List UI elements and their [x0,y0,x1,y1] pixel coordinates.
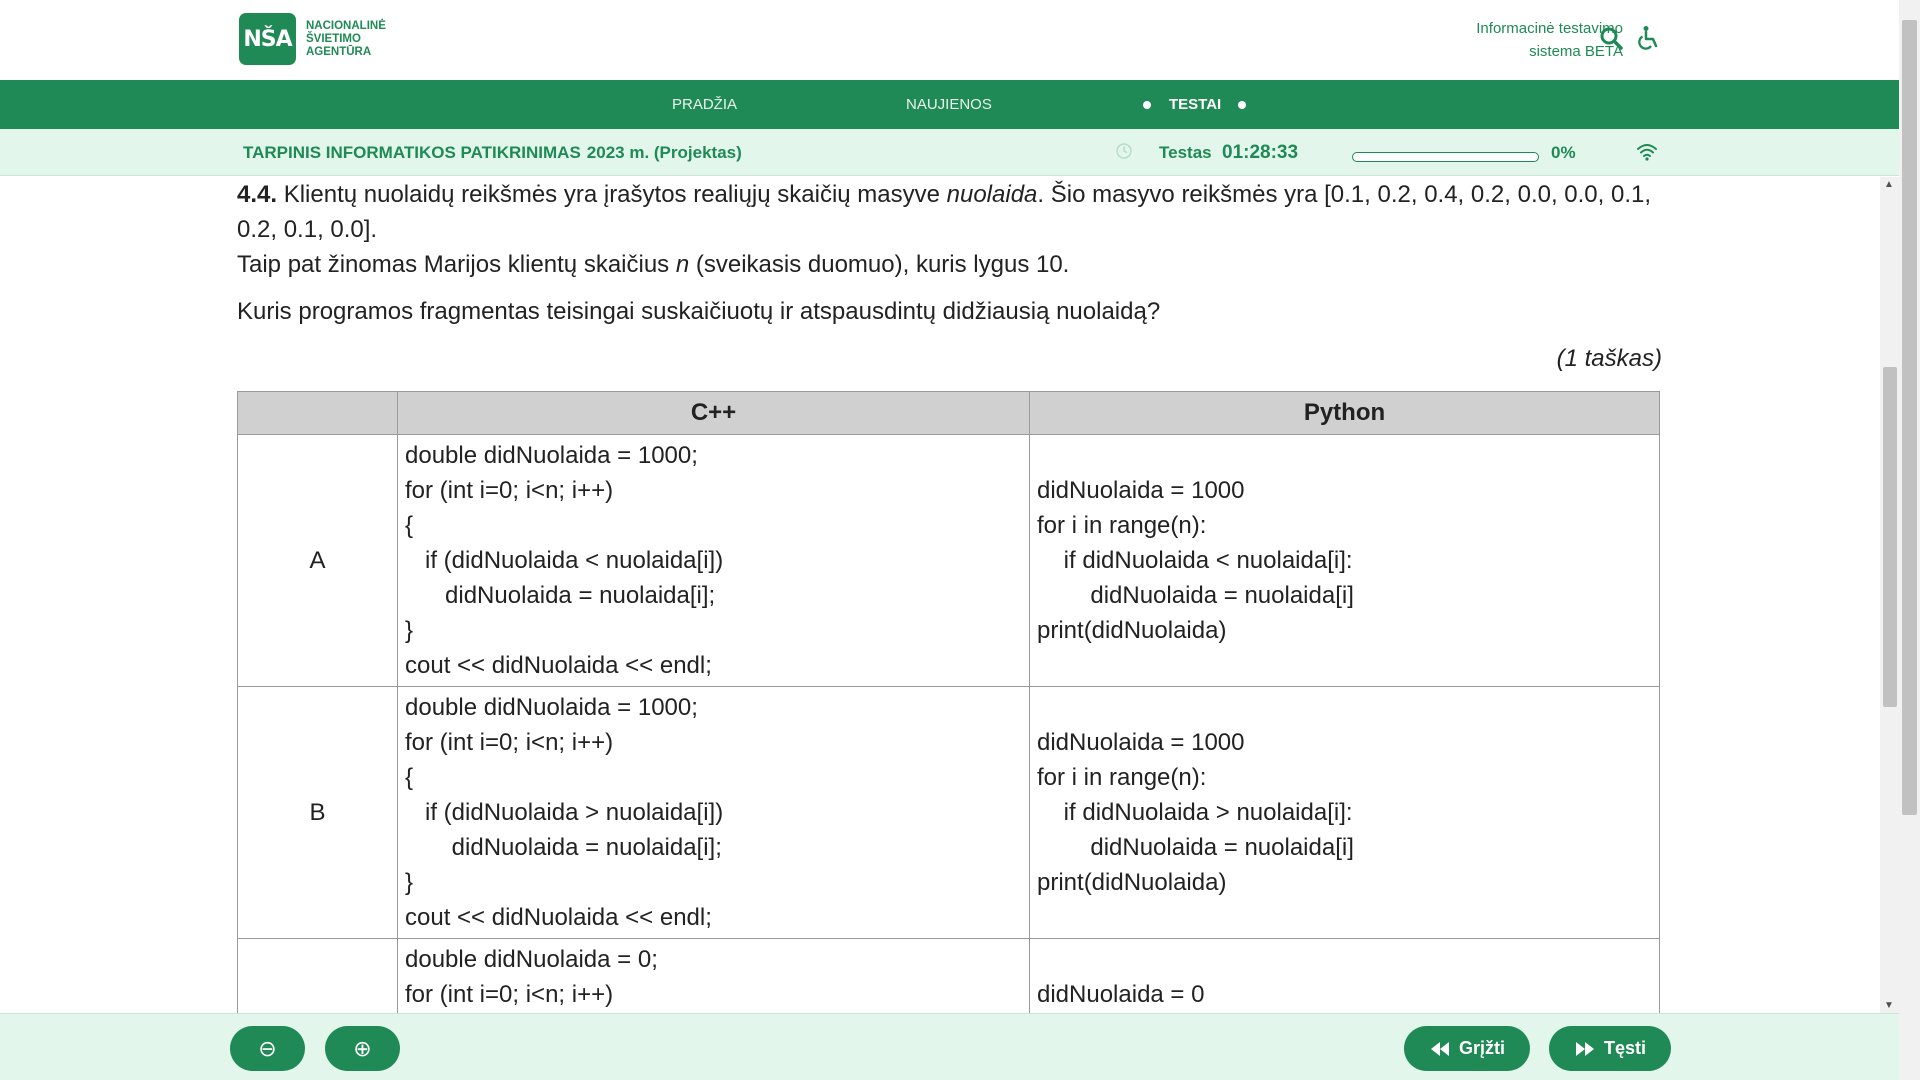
question-array-name: nuolaida [946,181,1038,208]
python-code-line [1037,942,1652,977]
cpp-code-line: cout << didNuolaida << endl; [405,904,712,931]
question-text-part-1: Klientų nuolaidų reikšmės yra įrašytos r… [277,181,947,208]
cpp-code-cell: double didNuolaida = 1000; for (int i=0; … [397,686,1030,939]
test-title-sub: 2023 m. (Projektas) [586,143,742,162]
nav-item-pradzia[interactable]: PRADŽIA [672,80,737,129]
python-code-line: print(didNuolaida) [1037,617,1227,644]
cpp-code-line: cout << didNuolaida << endl; [405,652,712,679]
test-title-main: TARPINIS INFORMATIKOS PATIKRINIMAS [243,143,581,162]
back-button[interactable]: Grįžti [1404,1026,1530,1071]
cpp-code-cell: double didNuolaida = 0; for (int i=0; i<n… [397,938,1030,1013]
logo-line-1: NACIONALINĖ [306,19,386,32]
table-header-python: Python [1029,391,1660,435]
zoom-in-icon: ⊕ [353,1035,372,1061]
zoom-in-button[interactable]: ⊕ [325,1026,400,1071]
python-code-line: didNuolaida = 1000 [1037,477,1245,504]
cpp-code-line: if (didNuolaida > nuolaida[i]) [405,799,724,826]
answer-options-table: C++ Python Adouble didNuolaida = 1000; fo… [237,391,1660,1013]
python-code-line: for i in range(n): [1037,512,1207,539]
table-header-cpp: C++ [397,391,1030,435]
window-scrollbar[interactable] [1899,0,1920,1080]
double-left-arrow-icon [1430,1041,1449,1056]
cpp-code-line: { [405,764,414,791]
cpp-code-line: double didNuolaida = 1000; [405,442,698,469]
question-line-2-part-1: Taip pat žinomas Marijos klientų skaičiu… [237,251,676,278]
python-code-cell: didNuolaida = 0 [1029,938,1660,1013]
cpp-code-line: { [405,512,414,539]
site-header: NŠA NACIONALINĖ ŠVIETIMO AGENTŪRA Inform… [0,0,1899,80]
python-code-line: didNuolaida = 1000 [1037,729,1245,756]
python-code-line: didNuolaida = nuolaida[i] [1037,834,1354,861]
next-button-label: Tęsti [1603,1038,1646,1058]
table-row: Adouble didNuolaida = 1000; for (int i=0;… [237,434,1660,687]
logo-text: NACIONALINĖ ŠVIETIMO AGENTŪRA [306,20,386,59]
option-label [237,938,398,1013]
cpp-code-line: didNuolaida = nuolaida[i]; [405,834,722,861]
active-indicator-dot-left [1143,101,1151,109]
question-ask: Kuris programos fragmentas teisingai sus… [237,298,1161,325]
progress-bar [1352,152,1539,162]
table-header-option [237,391,398,435]
python-code-line: if didNuolaida < nuolaida[i]: [1037,547,1353,574]
logo-line-2: ŠVIETIMO [306,32,361,45]
cpp-code-line: didNuolaida = nuolaida[i]; [405,582,716,609]
question-line-2-part-2: (sveikasis duomuo), kuris lygus 10. [689,251,1070,278]
python-code-line: didNuolaida = nuolaida[i] [1037,582,1354,609]
table-row: Bdouble didNuolaida = 1000; for (int i=0;… [237,686,1660,939]
test-info-bar: TARPINIS INFORMATIKOS PATIKRINIMAS 2023 m… [0,129,1899,176]
cpp-code-line: for (int i=0; i<n; i++) [405,477,614,504]
nav-item-testai[interactable]: TESTAI [1169,80,1221,129]
option-label: B [237,686,398,939]
question-number: 4.4. [237,181,278,208]
content-scrollbar[interactable]: ▲ ▼ [1880,177,1899,1013]
cpp-code-line: for (int i=0; i<n; i++) [405,981,614,1008]
logo-line-3: AGENTŪRA [306,45,372,58]
cpp-code-cell: double didNuolaida = 1000; for (int i=0; … [397,434,1030,687]
logo-mark: NŠA [239,13,296,65]
double-right-arrow-icon [1575,1041,1594,1056]
python-code-line: didNuolaida = 0 [1037,981,1205,1008]
question-text: 4.4. Klientų nuolaidų reikšmės yra įrašy… [237,177,1662,247]
question-block: 4.4. Klientų nuolaidų reikšmės yra įrašy… [237,177,1662,376]
cpp-code-line: for (int i=0; i<n; i++) [405,729,614,756]
main-nav: PRADŽIA NAUJIENOS TESTAI [0,80,1899,129]
nav-item-naujienos[interactable]: NAUJIENOS [906,80,992,129]
cpp-code-line: } [405,617,414,644]
window-scroll-thumb[interactable] [1902,20,1917,815]
cpp-code-line: } [405,869,414,896]
table-row: double didNuolaida = 0; for (int i=0; i<n… [237,938,1660,1013]
python-code-cell: didNuolaida = 1000 for i in range(n): if … [1029,686,1660,939]
cpp-code-line: if (didNuolaida < nuolaida[i]) [405,547,724,574]
next-button[interactable]: Tęsti [1549,1026,1671,1071]
cpp-code-line: double didNuolaida = 0; [405,946,658,973]
option-label: A [237,434,398,687]
test-title: TARPINIS INFORMATIKOS PATIKRINIMAS 2023 m… [243,129,742,176]
clock-icon [1116,143,1132,159]
zoom-out-icon: ⊖ [258,1035,277,1061]
timer-label: Testas [1159,143,1212,162]
accessibility-icon[interactable] [1634,24,1662,52]
python-code-cell: didNuolaida = 1000 for i in range(n): if … [1029,434,1660,687]
table-header-row: C++ Python [237,391,1660,435]
scroll-up-arrow-icon[interactable]: ▲ [1884,179,1894,190]
nsa-logo[interactable]: NŠA NACIONALINĖ ŠVIETIMO AGENTŪRA [239,13,386,65]
question-points: (1 taškas) [1556,345,1662,372]
zoom-out-button[interactable]: ⊖ [230,1026,305,1071]
search-icon[interactable] [1597,24,1625,52]
back-button-label: Grįžti [1458,1038,1505,1058]
question-var-n: n [675,251,690,278]
content-scroll-thumb[interactable] [1883,367,1897,707]
scroll-down-arrow-icon[interactable]: ▼ [1884,1000,1894,1011]
bottom-toolbar: ⊖ ⊕ Grįžti Tęsti [0,1013,1899,1080]
question-line-2: Taip pat žinomas Marijos klientų skaičiu… [237,247,1662,282]
progress-percent: 0% [1551,143,1576,162]
cpp-code-line: double didNuolaida = 1000; [405,694,698,721]
timer-value: 01:28:33 [1222,142,1299,163]
wifi-icon [1637,144,1657,161]
question-content: 4.4. Klientų nuolaidų reikšmės yra įrašy… [0,177,1880,1013]
python-code-line: print(didNuolaida) [1037,869,1227,896]
active-indicator-dot-right [1238,101,1246,109]
python-code-line: for i in range(n): [1037,764,1207,791]
python-code-line: if didNuolaida > nuolaida[i]: [1037,799,1353,826]
